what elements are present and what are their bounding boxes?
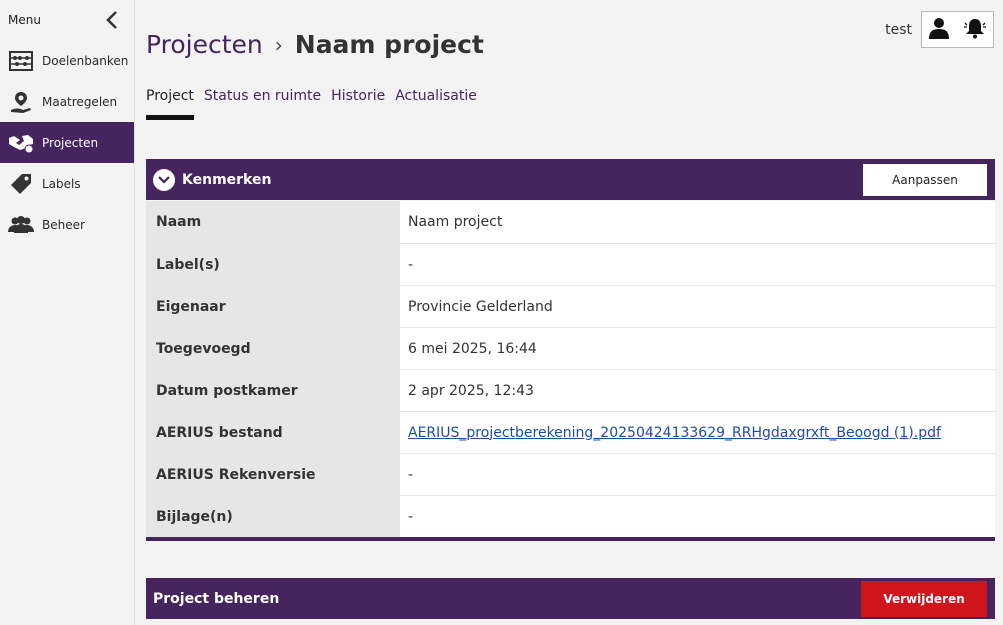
table-row: AERIUS bestand AERIUS_projectberekening_…	[146, 411, 995, 453]
breadcrumb-projecten[interactable]: Projecten	[146, 30, 263, 59]
kenmerken-toggle[interactable]: Kenmerken	[153, 168, 272, 191]
property-value: -	[400, 244, 995, 285]
property-value: AERIUS_projectberekening_20250424133629_…	[400, 412, 995, 453]
property-label: Toegevoegd	[146, 328, 400, 369]
project-beheren-header: Project beheren Verwijderen	[146, 578, 995, 619]
breadcrumb-separator: ›	[274, 32, 283, 57]
sidebar-item-label: Doelenbanken	[42, 53, 129, 68]
location-hand-icon	[8, 90, 34, 114]
user-name: test	[885, 21, 912, 38]
table-row: AERIUS Rekenversie -	[146, 453, 995, 495]
property-label: Naam	[146, 201, 400, 243]
property-label: AERIUS Rekenversie	[146, 454, 400, 495]
user-icon	[929, 17, 950, 39]
notifications-button[interactable]	[963, 17, 986, 43]
properties-table: Naam Naam project Label(s) - Eigenaar Pr…	[146, 201, 995, 541]
user-profile-button[interactable]	[929, 17, 950, 43]
property-label: Datum postkamer	[146, 370, 400, 411]
tab-actualisatie[interactable]: Actualisatie	[395, 88, 477, 120]
tab-project[interactable]: Project	[146, 88, 194, 120]
property-label: Eigenaar	[146, 286, 400, 327]
breadcrumb: Projecten › Naam project	[146, 30, 484, 59]
main-content: Projecten › Naam project test Project St…	[136, 0, 1003, 625]
table-row: Toegevoegd 6 mei 2025, 16:44	[146, 327, 995, 369]
menu-header: Menu	[0, 0, 134, 40]
page-title: Naam project	[294, 30, 484, 59]
collapse-menu-button[interactable]	[104, 10, 120, 30]
tab-historie[interactable]: Historie	[331, 88, 385, 120]
aanpassen-button[interactable]: Aanpassen	[863, 163, 987, 196]
table-row: Naam Naam project	[146, 201, 995, 243]
kenmerken-header: Kenmerken Aanpassen	[146, 159, 995, 200]
tab-bar: Project Status en ruimte Historie Actual…	[146, 88, 487, 120]
tab-status-en-ruimte[interactable]: Status en ruimte	[204, 88, 321, 120]
chevron-down-icon	[153, 168, 175, 191]
property-value: -	[400, 454, 995, 495]
sidebar-item-label: Labels	[42, 176, 81, 191]
property-value: -	[400, 496, 995, 537]
project-beheren-title: Project beheren	[153, 590, 280, 607]
table-row: Bijlage(n) -	[146, 495, 995, 537]
user-actions	[921, 11, 994, 48]
property-label: Label(s)	[146, 244, 400, 285]
property-value: Provincie Gelderland	[400, 286, 995, 327]
tag-icon	[8, 172, 34, 196]
aerius-file-link[interactable]: AERIUS_projectberekening_20250424133629_…	[408, 425, 941, 441]
abacus-icon	[8, 49, 34, 73]
verwijderen-button[interactable]: Verwijderen	[861, 580, 987, 617]
property-value: 2 apr 2025, 12:43	[400, 370, 995, 411]
sidebar-item-beheer[interactable]: Beheer	[0, 204, 134, 245]
property-label: AERIUS bestand	[146, 412, 400, 453]
sidebar-item-labels[interactable]: Labels	[0, 163, 134, 204]
table-row: Datum postkamer 2 apr 2025, 12:43	[146, 369, 995, 411]
sidebar-item-projecten[interactable]: Projecten	[0, 122, 134, 163]
sidebar-item-label: Projecten	[42, 135, 99, 150]
sidebar-item-maatregelen[interactable]: Maatregelen	[0, 81, 134, 122]
sidebar-item-label: Beheer	[42, 217, 85, 232]
sidebar-item-label: Maatregelen	[42, 94, 118, 109]
property-value: Naam project	[400, 201, 995, 243]
kenmerken-title: Kenmerken	[182, 171, 272, 188]
menu-title: Menu	[8, 13, 41, 27]
sidebar-item-doelenbanken[interactable]: Doelenbanken	[0, 40, 134, 81]
table-row: Eigenaar Provincie Gelderland	[146, 285, 995, 327]
chevron-left-icon	[106, 11, 117, 29]
users-icon	[8, 213, 34, 237]
table-row: Label(s) -	[146, 243, 995, 285]
handshake-icon	[8, 131, 34, 155]
bell-icon	[963, 18, 986, 38]
user-area: test	[885, 11, 994, 48]
sidebar: Menu Doelenbanken Maatregelen Projecten …	[0, 0, 135, 625]
property-label: Bijlage(n)	[146, 496, 400, 537]
property-value: 6 mei 2025, 16:44	[400, 328, 995, 369]
